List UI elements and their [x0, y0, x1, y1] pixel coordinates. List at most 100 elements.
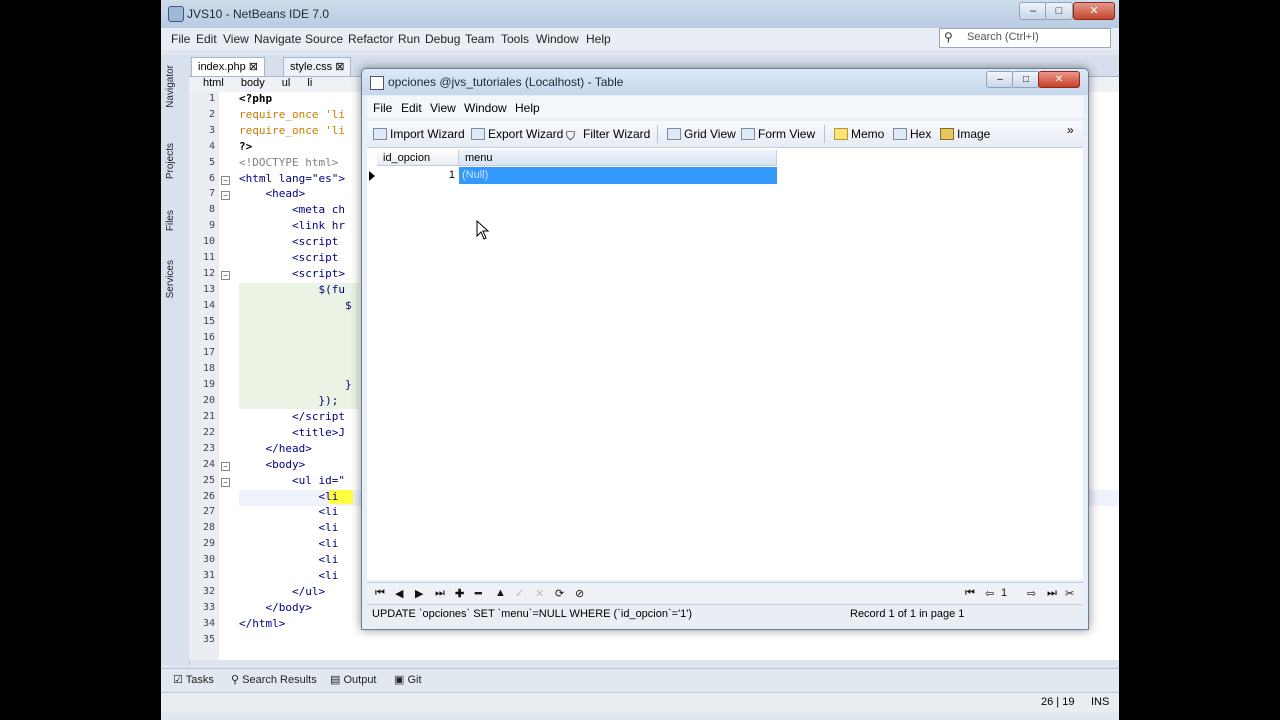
table-menu-file[interactable]: File	[373, 101, 392, 115]
record-navigator: ⏮ ◀ ▶ ⏭ ✚ ━ ▲ ✓ ✕ ⟳ ⊘ ⏮ ⇦ 1 ⇨ ⏭ ✂	[367, 582, 1083, 605]
tab-search-results[interactable]: ⚲ Search Results	[231, 673, 317, 686]
apply-changes-button[interactable]: ✓	[515, 587, 524, 600]
export-wizard-button[interactable]: Export Wizard	[471, 127, 563, 141]
form-view-button[interactable]: Form View	[741, 127, 815, 141]
line-number: 18	[202, 363, 215, 375]
line-number: 24	[202, 458, 215, 470]
cell-menu[interactable]: (Null)	[459, 167, 777, 184]
next-page-button[interactable]: ⇨	[1027, 587, 1036, 600]
line-number: 11	[202, 252, 215, 263]
tab-output[interactable]: ▤ Output	[330, 673, 377, 686]
grid-icon	[667, 128, 681, 140]
code-line: <body>	[239, 457, 306, 471]
line-number: 32	[202, 585, 215, 597]
code-line: </html>	[239, 616, 286, 630]
image-label: Image	[957, 127, 991, 141]
column-header-id-opcion[interactable]: id_opcion	[377, 150, 459, 166]
prev-record-button[interactable]: ◀	[395, 587, 403, 600]
table-menu-view[interactable]: View	[430, 101, 456, 115]
line-number: 27	[202, 506, 215, 518]
status-record-count: Record 1 of 1 in page 1	[850, 608, 965, 620]
table-maximize-button[interactable]: □	[1012, 71, 1040, 88]
fold-toggle-icon[interactable]: −	[221, 477, 230, 487]
grid-view-button[interactable]: Grid View	[667, 127, 736, 141]
mouse-cursor-icon	[476, 220, 490, 240]
memo-icon	[834, 128, 848, 140]
table-menu-edit[interactable]: Edit	[401, 101, 422, 115]
stop-button[interactable]: ⊘	[575, 587, 584, 600]
line-number: 9	[208, 220, 215, 232]
line-number: 8	[208, 204, 215, 216]
first-page-button[interactable]: ⏮	[965, 587, 975, 600]
hex-label: Hex	[910, 127, 932, 141]
line-number: 28	[202, 522, 215, 534]
line-number: 35	[202, 633, 215, 645]
tab-tasks[interactable]: ☑ Tasks	[173, 673, 214, 686]
form-view-label: Form View	[758, 127, 816, 141]
column-header-menu[interactable]: menu	[459, 150, 777, 166]
line-number: 19	[202, 379, 215, 391]
memo-button[interactable]: Memo	[834, 127, 884, 141]
edit-record-button[interactable]: ▲	[495, 587, 506, 599]
line-number: 16	[202, 331, 215, 343]
data-grid: id_opcion menu 1 (Null)	[367, 148, 1083, 580]
code-line: <li	[239, 537, 339, 551]
line-number: 13	[202, 283, 215, 295]
code-line: <li	[239, 505, 339, 519]
grid-view-label: Grid View	[684, 127, 736, 141]
code-line: </body>	[239, 600, 312, 614]
delete-record-button[interactable]: ━	[475, 587, 482, 600]
code-line: <link hr	[239, 219, 345, 233]
fold-toggle-icon[interactable]: −	[221, 270, 230, 280]
filter-wizard-button[interactable]: ⛉ Filter Wizard	[566, 127, 650, 143]
code-line: <li	[239, 553, 339, 567]
table-menu-window[interactable]: Window	[464, 101, 507, 115]
image-button[interactable]: Image	[940, 127, 990, 141]
table-window-title-bar[interactable]: opciones @jvs_tutoriales (Localhost) - T…	[362, 69, 1088, 95]
line-number: 1	[208, 93, 215, 104]
prev-page-button[interactable]: ⇦	[985, 587, 994, 600]
table-close-button[interactable]: ✕	[1038, 71, 1080, 88]
line-number: 15	[202, 315, 215, 327]
first-record-button[interactable]: ⏮	[375, 587, 385, 600]
page-number-input[interactable]: 1	[1001, 587, 1025, 599]
tab-git[interactable]: ▣ Git	[394, 673, 422, 686]
line-number: 21	[202, 411, 215, 422]
line-number: 31	[202, 570, 215, 581]
fold-toggle-icon[interactable]: −	[221, 191, 230, 201]
line-number: 4	[208, 140, 215, 152]
table-menu-help[interactable]: Help	[515, 101, 540, 115]
output-tab-bar: ☑ Tasks ⚲ Search Results ▤ Output ▣ Git	[161, 668, 1119, 691]
next-record-button[interactable]: ▶	[415, 587, 423, 600]
add-record-button[interactable]: ✚	[455, 587, 464, 600]
code-line: <li	[239, 569, 339, 582]
code-line: </ul>	[239, 584, 326, 598]
cell-id-opcion[interactable]: 1	[377, 167, 459, 184]
cancel-changes-button[interactable]: ✕	[535, 587, 544, 600]
table-window-title: opciones @jvs_tutoriales (Localhost) - T…	[388, 75, 624, 89]
export-icon	[471, 128, 485, 140]
last-page-button[interactable]: ⏭	[1047, 587, 1057, 600]
memo-label: Memo	[851, 127, 885, 141]
refresh-button[interactable]: ⟳	[555, 587, 564, 600]
settings-icon[interactable]: ✂	[1065, 587, 1074, 600]
code-line: ?>	[239, 139, 253, 153]
output-icon: ▤	[330, 674, 341, 686]
line-number: 23	[202, 442, 215, 454]
line-number: 17	[202, 347, 215, 359]
table-window: opciones @jvs_tutoriales (Localhost) - T…	[361, 68, 1089, 630]
hex-button[interactable]: Hex	[893, 127, 931, 141]
tasks-icon: ☑	[173, 674, 183, 686]
fold-toggle-icon[interactable]: −	[221, 461, 230, 471]
table-toolbar: Import Wizard Export Wizard ⛉ Filter Wiza…	[367, 121, 1083, 148]
last-record-button[interactable]: ⏭	[435, 587, 445, 600]
import-wizard-button[interactable]: Import Wizard	[373, 127, 465, 141]
code-line: <?php	[239, 92, 273, 105]
table-menu-bar: File Edit View Window Help	[367, 96, 1083, 118]
table-icon	[370, 76, 384, 90]
import-icon	[373, 128, 387, 140]
toolbar-overflow-button[interactable]: »	[1067, 123, 1074, 137]
fold-toggle-icon[interactable]: −	[221, 175, 230, 185]
table-minimize-button[interactable]: –	[986, 71, 1014, 88]
line-number: 22	[202, 426, 215, 438]
